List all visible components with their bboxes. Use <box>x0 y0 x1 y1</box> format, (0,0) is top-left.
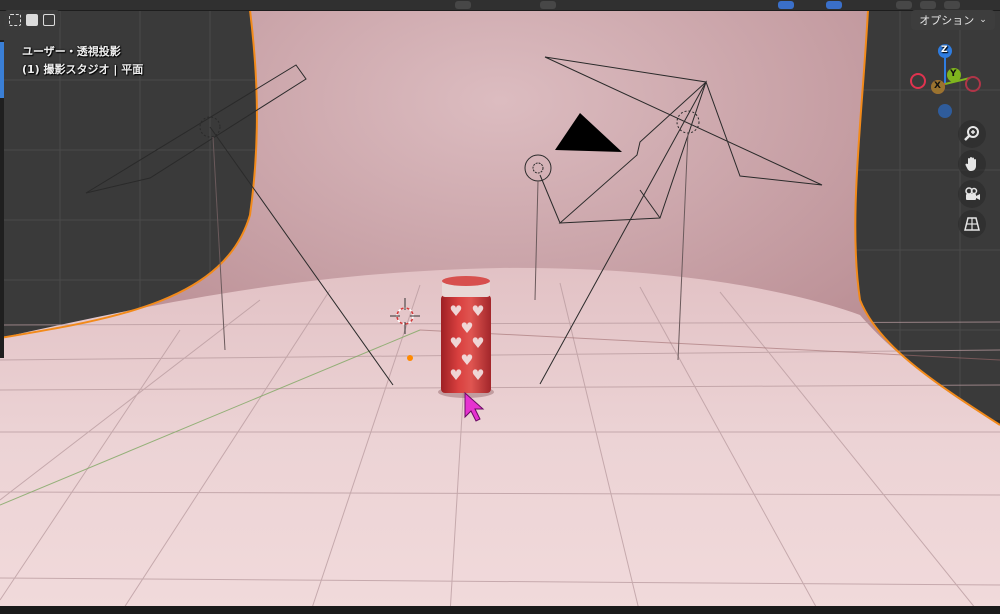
gizmo-x-label: X <box>934 81 941 91</box>
zoom-icon <box>964 126 979 141</box>
perspective-toggle-button[interactable] <box>958 210 986 238</box>
select-box-icon[interactable] <box>8 14 21 26</box>
camera-view-button[interactable] <box>958 180 986 208</box>
object-origin <box>407 355 413 361</box>
scene-render[interactable] <box>0 0 1000 614</box>
select-subtract-icon[interactable] <box>43 14 56 26</box>
camera-icon <box>965 187 980 200</box>
gizmo-y-label: Y <box>950 69 957 79</box>
select-extend-icon[interactable] <box>25 14 38 26</box>
3d-viewport[interactable]: Z Y X オプション ⌄ ユーザー・透視投影 (1) 撮影スタジオ | 平面 <box>0 0 1000 614</box>
zoom-button[interactable] <box>958 120 986 148</box>
pan-button[interactable] <box>958 150 986 178</box>
options-dropdown[interactable]: オプション ⌄ <box>911 10 995 30</box>
hand-icon <box>965 157 976 171</box>
chevron-down-icon: ⌄ <box>979 15 987 25</box>
toolbar-button[interactable] <box>920 1 936 9</box>
toolbar-button[interactable] <box>896 1 912 9</box>
toolbar-button-active[interactable] <box>826 1 842 9</box>
toolbar-button[interactable] <box>455 1 471 9</box>
status-bar <box>0 606 1000 614</box>
grid-perspective-icon <box>964 217 980 231</box>
jar-object <box>438 276 494 398</box>
toolbar-button[interactable] <box>944 1 960 9</box>
collection-label: (1) 撮影スタジオ | 平面 <box>22 63 144 76</box>
viewport-header <box>0 0 1000 11</box>
studio-floor <box>0 267 1000 614</box>
toolbar-button-active[interactable] <box>778 1 794 9</box>
gizmo-z-label: Z <box>941 45 948 55</box>
toolbar-button[interactable] <box>540 1 556 9</box>
view-label: ユーザー・透視投影 <box>22 45 121 58</box>
selection-mode-group <box>4 10 60 30</box>
active-tool-indicator[interactable] <box>0 42 4 98</box>
options-label: オプション <box>919 14 975 27</box>
